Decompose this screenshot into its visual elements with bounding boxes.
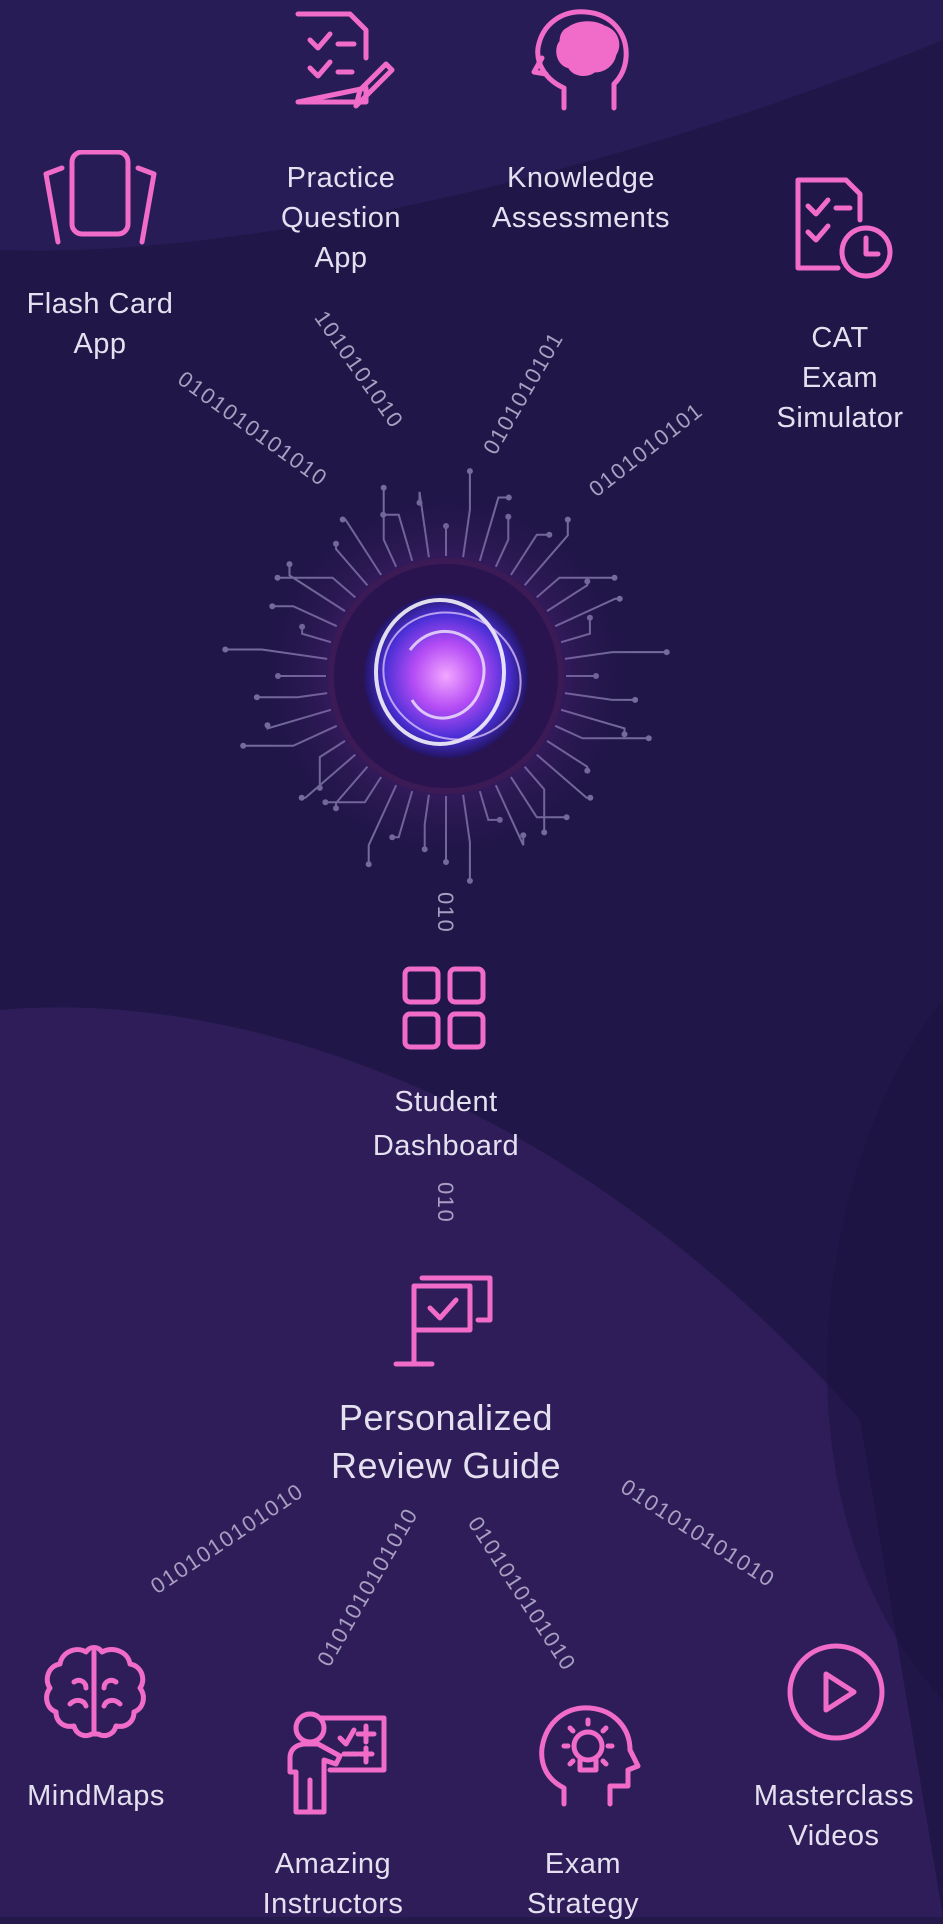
checklist-clock-icon xyxy=(795,177,893,279)
grid-icon xyxy=(402,966,486,1050)
brain-icon xyxy=(44,1645,146,1739)
mindmaps[interactable] xyxy=(40,1642,150,1740)
masterclass-videos-label: Masterclass Videos xyxy=(753,1780,915,1852)
circuit-node xyxy=(645,735,652,742)
knowledge-assessments-label: Knowledge Assessments xyxy=(492,162,670,234)
circuit-node xyxy=(380,484,387,491)
circuit-node xyxy=(611,574,618,581)
knowledge-assessments[interactable] xyxy=(528,8,638,112)
play-circle-icon xyxy=(787,1643,885,1741)
circuit-node xyxy=(663,649,670,656)
flash-card-label: Flash Card App xyxy=(26,288,174,360)
personalized-review-guide[interactable] xyxy=(392,1268,496,1368)
checklist-pencil-icon xyxy=(295,11,395,109)
ai-orb-icon xyxy=(330,560,562,792)
masterclass-videos[interactable] xyxy=(784,1640,888,1744)
instructor-icon xyxy=(287,1711,387,1815)
flash-cards-icon xyxy=(43,150,157,245)
circuit-node xyxy=(564,516,571,523)
exam-strategy[interactable] xyxy=(534,1704,644,1808)
presentation-board-icon xyxy=(393,1275,493,1367)
lightbulb-head-icon xyxy=(539,1705,641,1807)
practice-question-app[interactable] xyxy=(288,10,398,110)
amazing-instructors[interactable] xyxy=(282,1710,392,1816)
practice-question-label: Practice Question App xyxy=(280,162,402,274)
review-guide-label: Personalized Review Guide xyxy=(330,1397,562,1486)
circuit-node xyxy=(274,574,281,581)
circuit-node xyxy=(466,468,473,475)
circuit-node xyxy=(365,861,372,868)
student-dashboard-label: Student Dashboard xyxy=(372,1086,520,1162)
circuit-node xyxy=(222,646,229,653)
exam-strategy-label: Exam Strategy xyxy=(527,1848,639,1920)
circuit-node xyxy=(240,742,247,749)
binary-stream: 010 xyxy=(433,892,458,934)
brain-head-icon xyxy=(531,9,629,111)
flash-card-app[interactable] xyxy=(40,150,160,246)
circuit-node xyxy=(466,877,473,884)
student-dashboard[interactable] xyxy=(402,966,486,1050)
amazing-instructors-label: Amazing Instructors xyxy=(262,1848,404,1920)
mindmaps-label: MindMaps xyxy=(27,1780,165,1812)
cat-exam-simulator[interactable] xyxy=(790,176,900,280)
binary-stream: 010 xyxy=(433,1182,458,1224)
cat-exam-label: CAT Exam Simulator xyxy=(776,322,904,434)
